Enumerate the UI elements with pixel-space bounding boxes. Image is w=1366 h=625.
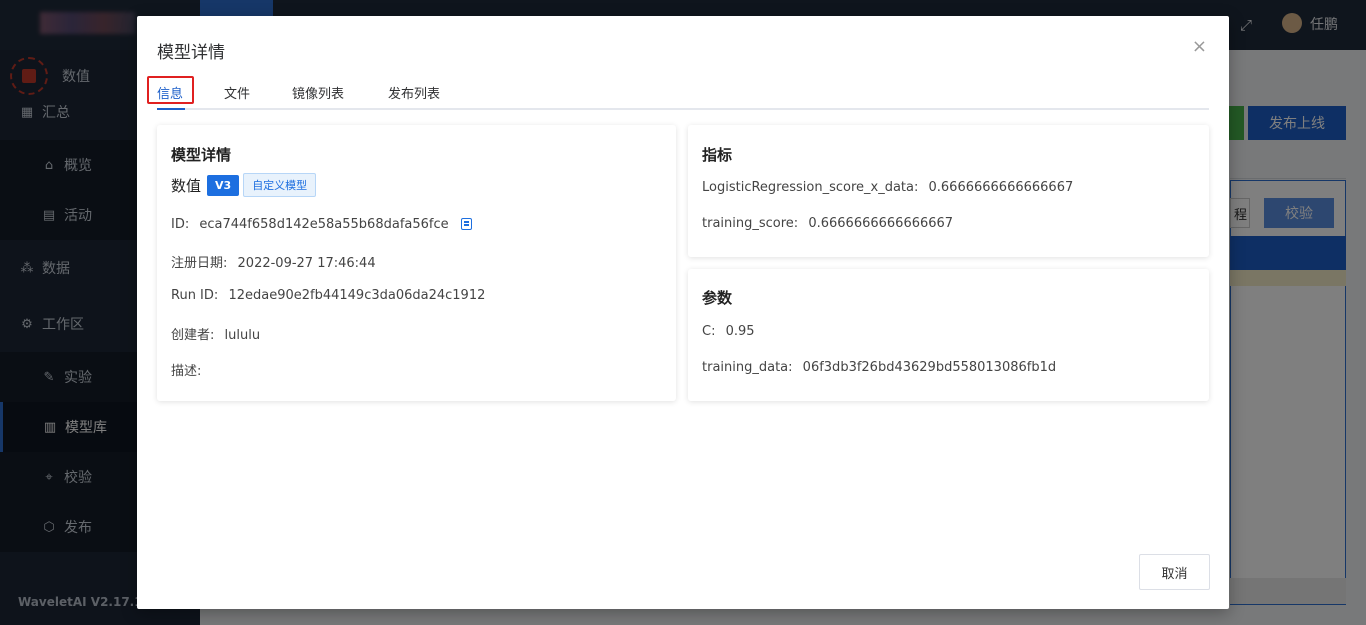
run-id-field: Run ID: 12edae90e2fb44149c3da06da24c1912 <box>171 288 485 303</box>
params-card: 参数 C: 0.95 training_data: 06f3db3f26bd43… <box>688 269 1209 401</box>
field-value: 0.6666666666666667 <box>928 180 1074 195</box>
tab-label: 文件 <box>224 87 251 102</box>
creator-field: 创建者: lululu <box>171 324 260 343</box>
model-name: 数值 <box>171 176 202 195</box>
tab-label: 镜像列表 <box>292 87 345 102</box>
tab-publish-list[interactable]: 发布列表 <box>388 77 440 108</box>
metric-row: LogisticRegression_score_x_data: 0.66666… <box>702 180 1073 195</box>
register-date-field: 注册日期: 2022-09-27 17:46:44 <box>171 252 376 271</box>
card-title: 参数 <box>702 289 733 307</box>
field-key: training_data: <box>702 360 793 375</box>
param-row: C: 0.95 <box>702 324 755 339</box>
card-title: 模型详情 <box>171 146 232 164</box>
model-type-badge: 自定义模型 <box>243 173 317 197</box>
tab-image-list[interactable]: 镜像列表 <box>292 77 344 108</box>
tab-label: 发布列表 <box>388 87 441 102</box>
field-key: Run ID: <box>171 288 219 303</box>
field-key: 注册日期: <box>171 256 228 271</box>
version-badge: V3 <box>207 174 240 196</box>
field-key: training_score: <box>702 216 799 231</box>
model-name-row: 数值 V3 自定义模型 <box>171 173 317 197</box>
tab-info-highlight <box>147 76 194 104</box>
field-value: 0.95 <box>725 324 755 339</box>
field-key: 描述: <box>171 364 202 379</box>
field-key: LogisticRegression_score_x_data: <box>702 180 919 195</box>
description-field: 描述: <box>171 360 207 379</box>
model-info-card: 模型详情 数值 V3 自定义模型 ID: eca744f658d142e58a5… <box>157 125 676 401</box>
tab-active-indicator <box>157 108 185 110</box>
field-key: ID: <box>171 217 190 232</box>
metric-row: training_score: 0.6666666666666667 <box>702 216 953 231</box>
field-value: 12edae90e2fb44149c3da06da24c1912 <box>228 288 486 303</box>
model-id-field: ID: eca744f658d142e58a55b68dafa56fce <box>171 216 472 232</box>
tab-files[interactable]: 文件 <box>224 77 250 108</box>
field-value: 2022-09-27 17:46:44 <box>237 256 376 271</box>
cancel-button[interactable]: 取消 <box>1139 554 1210 590</box>
metrics-card: 指标 LogisticRegression_score_x_data: 0.66… <box>688 125 1209 257</box>
card-title: 指标 <box>702 146 733 164</box>
field-key: 创建者: <box>171 328 215 343</box>
field-value: eca744f658d142e58a55b68dafa56fce <box>199 217 449 232</box>
model-detail-dialog: 模型详情 × 信息 文件 镜像列表 发布列表 模型详情 数值 V3 自定义模型 … <box>137 16 1229 609</box>
dialog-title: 模型详情 <box>157 43 225 63</box>
field-value: 0.6666666666666667 <box>808 216 954 231</box>
field-value: lululu <box>224 328 261 343</box>
copy-icon[interactable] <box>460 218 472 230</box>
field-value: 06f3db3f26bd43629bd558013086fb1d <box>802 360 1057 375</box>
tab-bar: 信息 文件 镜像列表 发布列表 <box>157 77 1209 110</box>
param-row: training_data: 06f3db3f26bd43629bd558013… <box>702 360 1056 375</box>
close-icon[interactable]: × <box>1192 36 1207 57</box>
field-key: C: <box>702 324 716 339</box>
